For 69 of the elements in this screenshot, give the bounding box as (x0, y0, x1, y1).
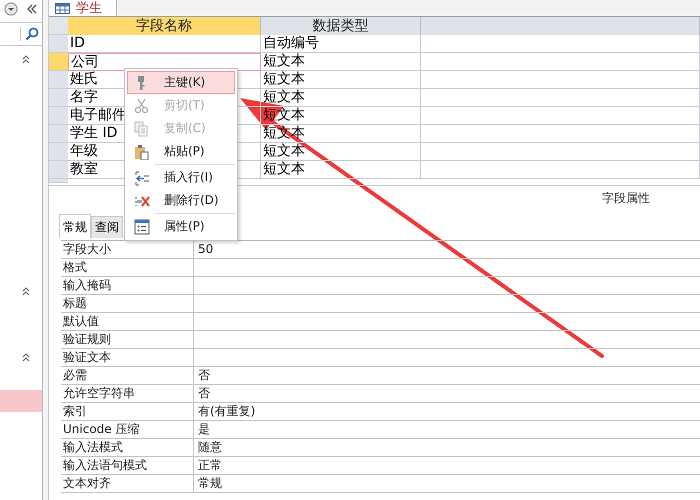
search-icon[interactable] (20, 27, 39, 41)
paste-icon (134, 144, 150, 160)
copy-icon (134, 120, 150, 136)
property-value[interactable]: 随意 (194, 439, 700, 456)
data-type-cell[interactable]: 自动编号 (261, 35, 421, 53)
collapse-group-icon[interactable] (22, 352, 30, 362)
property-value[interactable]: 正常 (194, 457, 700, 474)
table-icon (55, 2, 70, 14)
properties-tab[interactable]: 查阅 (91, 216, 123, 238)
property-label: Unicode 压缩 (61, 421, 194, 438)
property-label: 允许空字符串 (61, 385, 194, 402)
property-label: 格式 (61, 259, 194, 276)
column-header[interactable] (421, 17, 700, 35)
row-selector[interactable] (49, 125, 68, 143)
data-type-cell[interactable]: 短文本 (261, 53, 421, 71)
description-cell[interactable] (421, 161, 700, 179)
row-selector[interactable] (49, 143, 68, 161)
description-cell[interactable] (421, 125, 700, 143)
menu-item[interactable]: 删除行(D) (127, 189, 235, 212)
property-label: 验证规则 (61, 331, 194, 348)
property-label: 输入法语句模式 (61, 457, 194, 474)
column-header[interactable]: 数据类型 (261, 17, 421, 35)
data-type-cell[interactable]: 短文本 (261, 71, 421, 89)
cut-icon (134, 98, 150, 114)
property-value[interactable]: 50 (194, 241, 700, 258)
property-label: 索引 (61, 403, 194, 420)
data-type-cell[interactable]: 短文本 (261, 143, 421, 161)
collapse-group-icon[interactable] (22, 54, 30, 64)
selected-nav-item[interactable] (0, 390, 42, 412)
field-name-cell[interactable]: ID (68, 35, 261, 53)
property-label: 文本对齐 (61, 475, 194, 492)
dropdown-icon[interactable] (4, 2, 18, 16)
collapse-icon[interactable] (26, 4, 38, 14)
property-label: 标题 (61, 295, 194, 312)
property-value[interactable]: 是 (194, 421, 700, 438)
row-selector[interactable] (49, 107, 68, 125)
document-tab[interactable]: 学生 (49, 0, 117, 16)
menu-item[interactable]: 主键(K) (127, 71, 235, 94)
row-selector[interactable] (49, 35, 68, 53)
property-label: 验证文本 (61, 349, 194, 366)
menu-item[interactable]: 粘贴(P) (127, 140, 235, 163)
row-selector[interactable] (49, 161, 68, 179)
properties-tab[interactable]: 常规 (59, 214, 91, 238)
description-cell[interactable] (421, 143, 700, 161)
description-cell[interactable] (421, 107, 700, 125)
property-value[interactable]: 常规 (194, 475, 700, 492)
description-cell[interactable] (421, 71, 700, 89)
property-value[interactable]: 否 (194, 367, 700, 384)
section-title: 字段属性 (602, 190, 650, 206)
select-all-corner[interactable] (49, 17, 68, 35)
description-cell[interactable] (421, 53, 700, 71)
row-selector[interactable] (49, 53, 68, 71)
insert-row-icon (134, 170, 150, 186)
property-label: 输入法模式 (61, 439, 194, 456)
description-cell[interactable] (421, 35, 700, 53)
column-header[interactable]: 字段名称 (68, 17, 261, 35)
property-label: 必需 (61, 367, 194, 384)
row-selector[interactable] (49, 89, 68, 107)
properties-icon (134, 218, 150, 234)
property-value[interactable]: 否 (194, 385, 700, 402)
property-label: 默认值 (61, 313, 194, 330)
collapse-group-icon[interactable] (22, 286, 30, 296)
property-value[interactable]: 有(有重复) (194, 403, 700, 420)
data-type-cell[interactable]: 短文本 (261, 161, 421, 179)
row-selector[interactable] (49, 71, 68, 89)
menu-item[interactable]: 属性(P) (127, 215, 235, 238)
menu-item[interactable]: 插入行(I) (127, 166, 235, 189)
description-cell[interactable] (421, 89, 700, 107)
property-label: 输入掩码 (61, 277, 194, 294)
